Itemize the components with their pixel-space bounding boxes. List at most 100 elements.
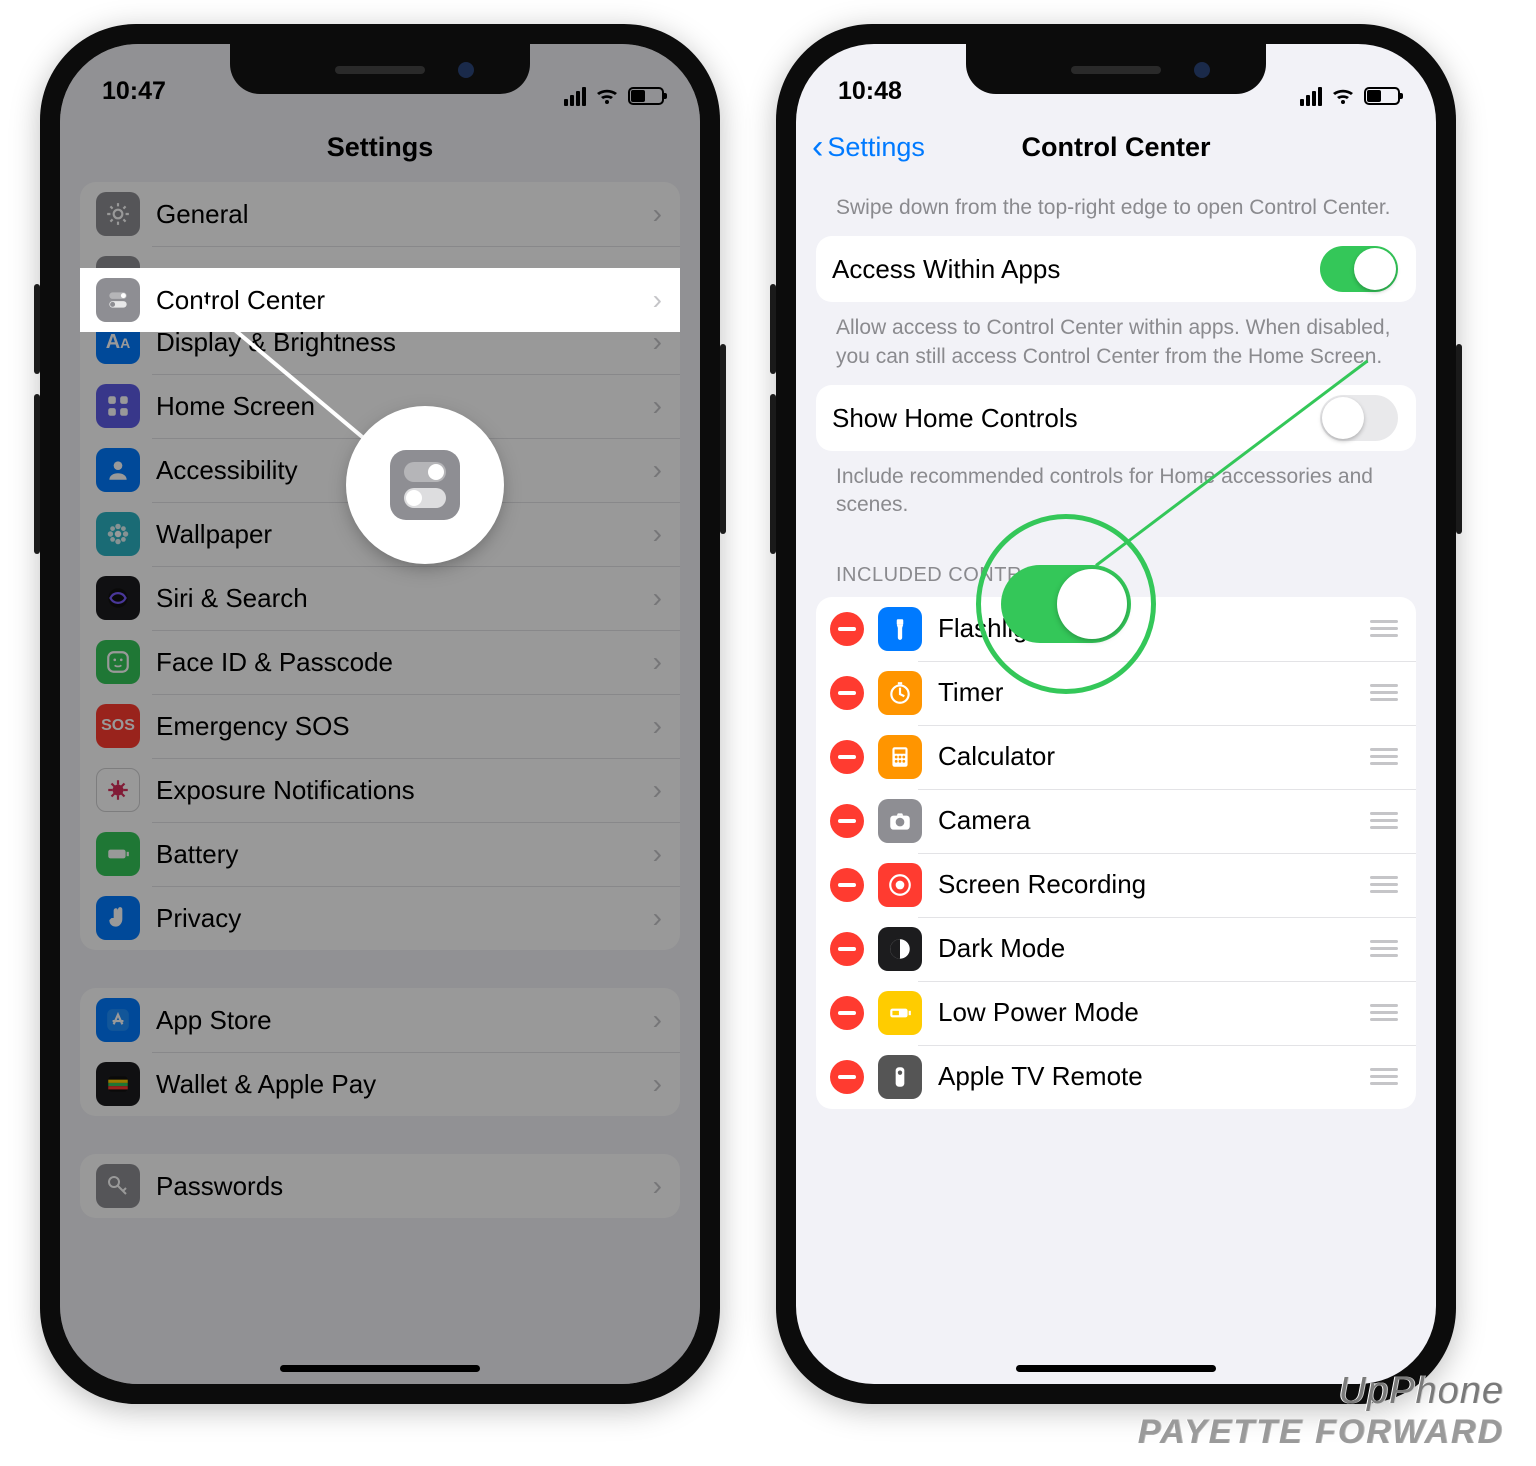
control-label: Screen Recording xyxy=(938,869,1370,900)
settings-row[interactable]: Battery› xyxy=(80,822,680,886)
battery-icon xyxy=(1364,87,1400,105)
settings-row[interactable]: Siri & Search› xyxy=(80,566,680,630)
chevron-right-icon: › xyxy=(653,198,662,230)
settings-row[interactable]: Face ID & Passcode› xyxy=(80,630,680,694)
chevron-right-icon: › xyxy=(653,710,662,742)
switches-icon xyxy=(96,278,140,322)
chevron-right-icon: › xyxy=(653,284,662,316)
settings-row[interactable]: Exposure Notifications› xyxy=(80,758,680,822)
hint-text: Include recommended controls for Home ac… xyxy=(816,451,1416,534)
watermark-line2: PAYETTE FORWARD xyxy=(1138,1413,1504,1452)
row-show-home-controls[interactable]: Show Home Controls xyxy=(816,385,1416,451)
person-icon xyxy=(96,448,140,492)
appstore-icon xyxy=(96,998,140,1042)
control-label: Low Power Mode xyxy=(938,997,1370,1028)
remove-button[interactable] xyxy=(830,612,864,646)
settings-row[interactable]: SOSEmergency SOS› xyxy=(80,694,680,758)
drag-handle-icon[interactable] xyxy=(1370,1004,1398,1021)
settings-row[interactable]: General› xyxy=(80,182,680,246)
watermark: UpPhone PAYETTE FORWARD xyxy=(1138,1370,1504,1452)
battery-icon xyxy=(628,87,664,105)
calculator-icon xyxy=(878,735,922,779)
chevron-right-icon: › xyxy=(653,1004,662,1036)
status-time: 10:47 xyxy=(102,77,166,106)
page-title: Control Center xyxy=(1022,132,1211,163)
chevron-right-icon: › xyxy=(653,1170,662,1202)
chevron-right-icon: › xyxy=(653,582,662,614)
sos-icon: SOS xyxy=(96,704,140,748)
phone-right: 10:48 ‹ Settings Control Center Swipe do… xyxy=(776,24,1456,1404)
toggle-show-home-controls[interactable] xyxy=(1320,395,1398,441)
remove-button[interactable] xyxy=(830,804,864,838)
remove-button[interactable] xyxy=(830,996,864,1030)
remove-button[interactable] xyxy=(830,868,864,902)
chevron-right-icon: › xyxy=(653,390,662,422)
chevron-right-icon: › xyxy=(653,518,662,550)
wifi-icon xyxy=(1330,86,1356,106)
control-label: Timer xyxy=(938,677,1370,708)
control-row[interactable]: Calculator xyxy=(816,725,1416,789)
notch xyxy=(966,44,1266,94)
control-row[interactable]: Apple TV Remote xyxy=(816,1045,1416,1109)
flower-icon xyxy=(96,512,140,556)
remove-button[interactable] xyxy=(830,740,864,774)
status-time: 10:48 xyxy=(838,77,902,106)
chevron-right-icon: › xyxy=(653,646,662,678)
hint-text: Allow access to Control Center within ap… xyxy=(816,302,1416,385)
row-access-within-apps[interactable]: Access Within Apps xyxy=(816,236,1416,302)
settings-row-label: Passwords xyxy=(156,1171,653,1202)
back-button[interactable]: ‹ Settings xyxy=(812,130,925,164)
control-row[interactable]: Screen Recording xyxy=(816,853,1416,917)
callout-toggle-enlarged xyxy=(976,514,1156,694)
toggle-group-2: Show Home Controls xyxy=(816,385,1416,451)
control-label: Dark Mode xyxy=(938,933,1370,964)
remove-button[interactable] xyxy=(830,932,864,966)
notch xyxy=(230,44,530,94)
wallet-icon xyxy=(96,1062,140,1106)
toggle-label: Access Within Apps xyxy=(832,254,1320,285)
remove-button[interactable] xyxy=(830,1060,864,1094)
settings-group-2: App Store›Wallet & Apple Pay› xyxy=(80,988,680,1116)
control-row[interactable]: Camera xyxy=(816,789,1416,853)
grid-icon xyxy=(96,384,140,428)
hint-text: Swipe down from the top-right edge to op… xyxy=(816,182,1416,236)
cellular-icon xyxy=(564,87,586,106)
siri-icon xyxy=(96,576,140,620)
drag-handle-icon[interactable] xyxy=(1370,748,1398,765)
settings-row-label: Control Center xyxy=(156,285,653,316)
control-row[interactable]: Low Power Mode xyxy=(816,981,1416,1045)
drag-handle-icon[interactable] xyxy=(1370,876,1398,893)
hand-icon xyxy=(96,896,140,940)
drag-handle-icon[interactable] xyxy=(1370,812,1398,829)
control-row[interactable]: Dark Mode xyxy=(816,917,1416,981)
battery-icon xyxy=(96,832,140,876)
settings-row-label: Wallet & Apple Pay xyxy=(156,1069,653,1100)
watermark-line1: UpPhone xyxy=(1138,1370,1504,1413)
lowpower-icon xyxy=(878,991,922,1035)
settings-row[interactable]: App Store› xyxy=(80,988,680,1052)
wifi-icon xyxy=(594,86,620,106)
settings-row[interactable]: Privacy› xyxy=(80,886,680,950)
nav-bar: Settings xyxy=(60,112,700,182)
settings-row[interactable]: Wallet & Apple Pay› xyxy=(80,1052,680,1116)
settings-row-label: Face ID & Passcode xyxy=(156,647,653,678)
settings-row[interactable]: Control Center› xyxy=(80,268,680,332)
drag-handle-icon[interactable] xyxy=(1370,684,1398,701)
nav-bar: ‹ Settings Control Center xyxy=(796,112,1436,182)
darkmode-icon xyxy=(878,927,922,971)
settings-row-label: Exposure Notifications xyxy=(156,775,653,806)
remove-button[interactable] xyxy=(830,676,864,710)
timer-icon xyxy=(878,671,922,715)
settings-row-passwords[interactable]: Passwords › xyxy=(80,1154,680,1218)
screen-right: 10:48 ‹ Settings Control Center Swipe do… xyxy=(796,44,1436,1384)
chevron-left-icon: ‹ xyxy=(812,130,823,164)
control-label: Camera xyxy=(938,805,1370,836)
faceid-icon xyxy=(96,640,140,684)
toggle-access-within-apps[interactable] xyxy=(1320,246,1398,292)
drag-handle-icon[interactable] xyxy=(1370,940,1398,957)
callout-control-center-icon xyxy=(350,410,500,560)
record-icon xyxy=(878,863,922,907)
drag-handle-icon[interactable] xyxy=(1370,620,1398,637)
control-label: Calculator xyxy=(938,741,1370,772)
drag-handle-icon[interactable] xyxy=(1370,1068,1398,1085)
